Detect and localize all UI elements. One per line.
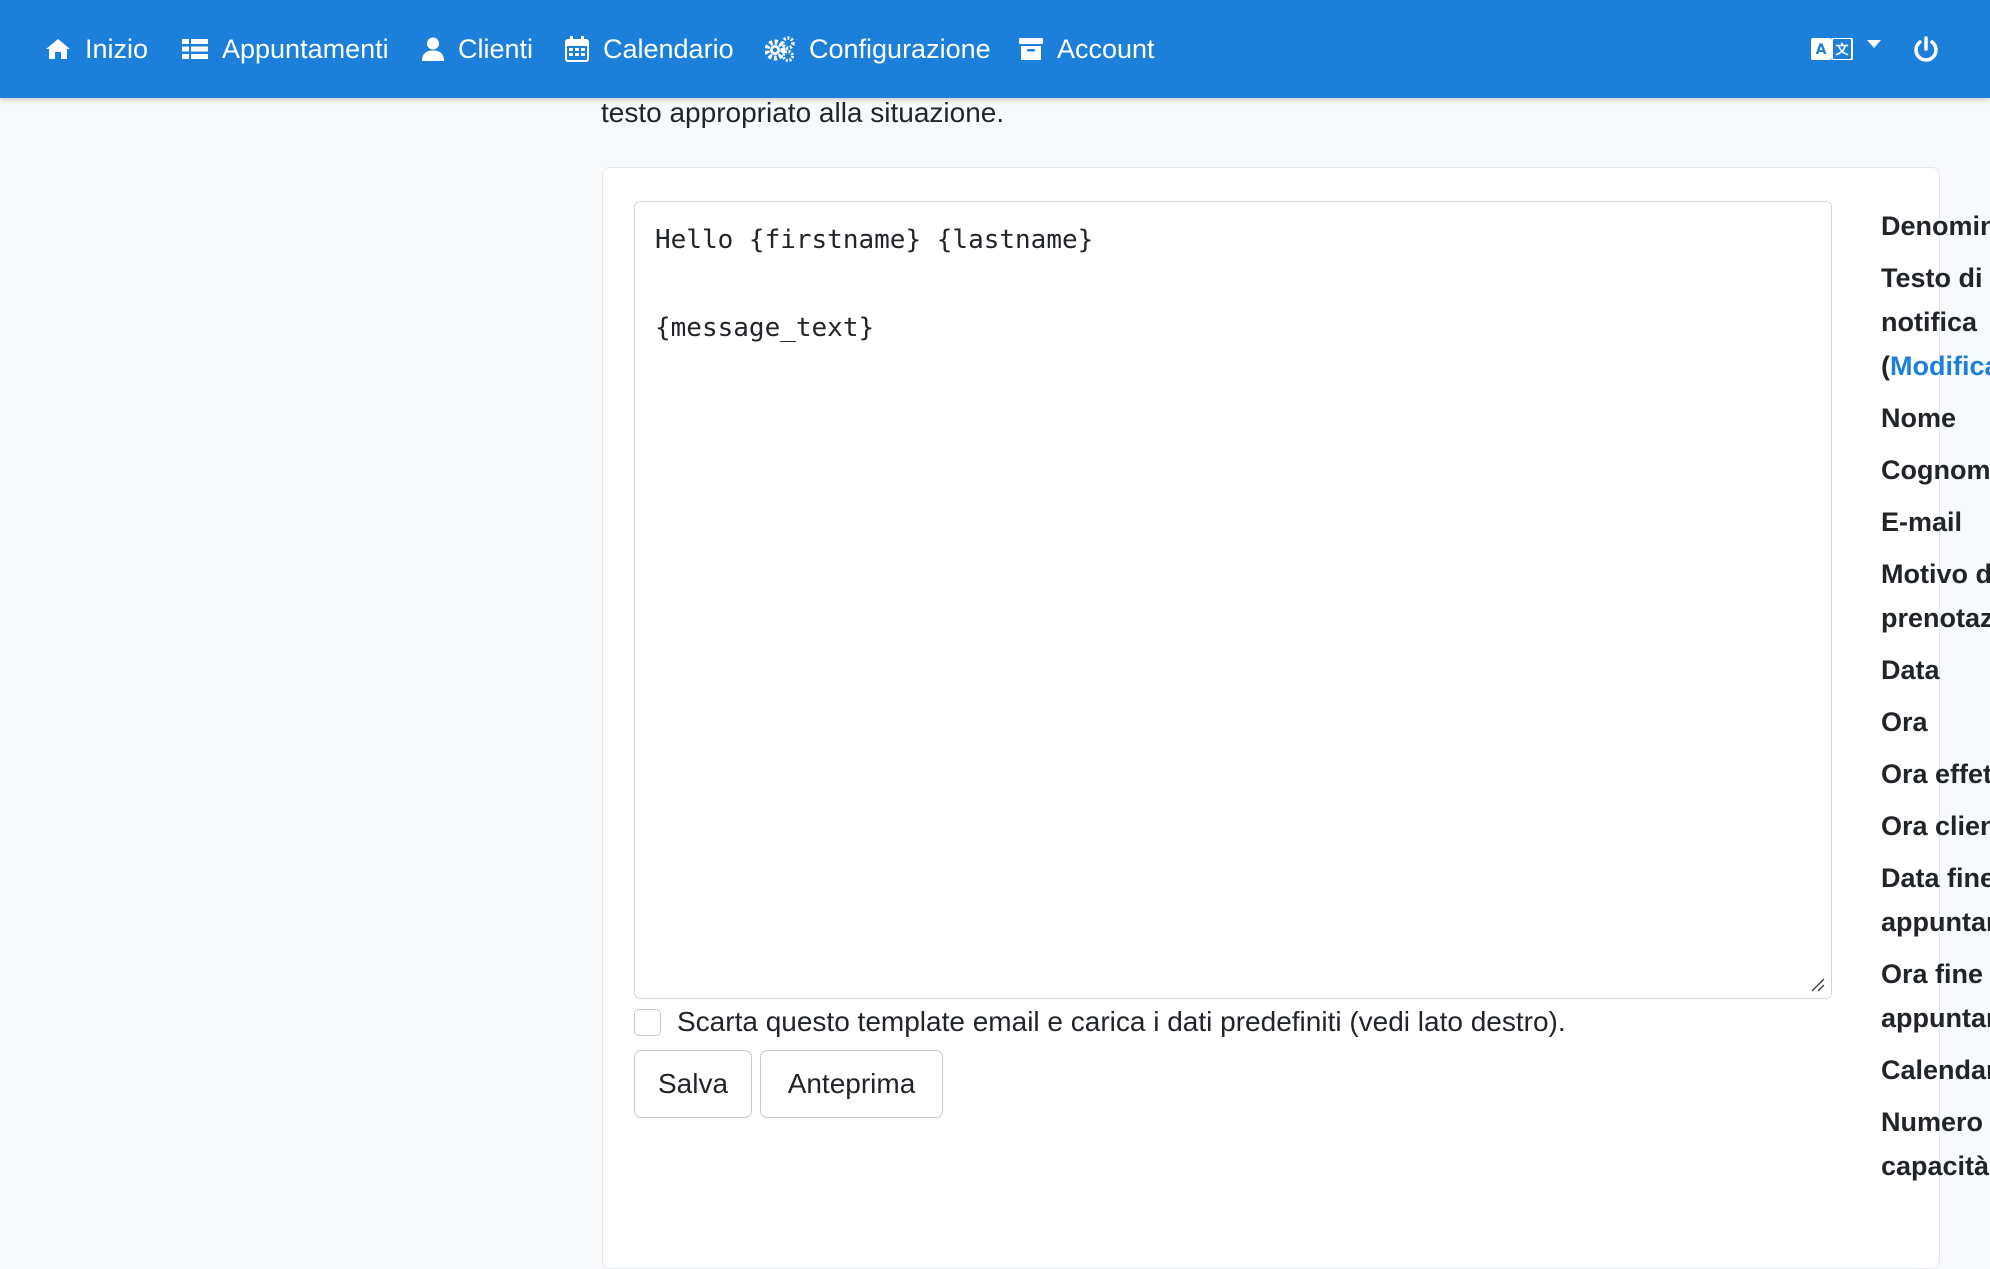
variable-label: Cognome xyxy=(1881,455,1990,485)
nav-label-calendario: Calendario xyxy=(603,33,734,64)
variable-capacity: Numero capacità xyxy=(1881,1100,1990,1188)
variable-label: appuntamento xyxy=(1881,907,1990,937)
variable-lastname: Cognome xyxy=(1881,448,1990,492)
nav-label-appuntamenti: Appuntamenti xyxy=(222,33,389,64)
resize-handle-icon[interactable] xyxy=(1811,978,1825,992)
variable-label: Testo di xyxy=(1881,263,1983,293)
variable-label: Data xyxy=(1881,655,1940,685)
svg-text:A: A xyxy=(1816,42,1827,58)
cogs-icon xyxy=(765,36,795,62)
nav-item-calendario[interactable]: Calendario xyxy=(565,0,734,98)
variable-notification-text: Testo di notifica (Modifica xyxy=(1881,256,1990,388)
intro-text: testo appropriato alla situazione. xyxy=(601,97,1005,128)
user-icon xyxy=(422,37,444,61)
variable-label: Ora effettiva xyxy=(1881,759,1990,789)
editor-line: Hello {firstname} {lastname} xyxy=(655,225,1094,255)
discard-template-row: Scarta questo template email e carica i … xyxy=(634,1006,1566,1038)
variable-denomination: Denominazione xyxy=(1881,204,1990,248)
variable-label: Calendario xyxy=(1881,1055,1990,1085)
nav-label-inizio: Inizio xyxy=(85,33,149,64)
variable-label: Motivo della xyxy=(1881,559,1990,589)
nav-label-account: Account xyxy=(1057,33,1155,64)
variable-end-time: Ora fine appuntamento xyxy=(1881,952,1990,1040)
variable-effective-time: Ora effettiva xyxy=(1881,752,1990,796)
caret-down-icon xyxy=(1867,40,1881,48)
power-icon xyxy=(1914,36,1938,62)
top-navbar: Inizio Appuntamenti Clienti Calendario C… xyxy=(0,0,1990,98)
variables-list: Denominazione Testo di notifica (Modific… xyxy=(1881,204,1990,1196)
discard-template-checkbox[interactable] xyxy=(634,1008,661,1036)
variable-date: Data xyxy=(1881,648,1990,692)
email-template-editor[interactable]: Hello {firstname} {lastname} {message_te… xyxy=(634,201,1832,999)
language-dropdown[interactable]: A 文 xyxy=(1811,0,1881,98)
language-icon: A 文 xyxy=(1811,38,1853,60)
variable-label: Nome xyxy=(1881,403,1957,433)
variable-label: Data fine xyxy=(1881,863,1990,893)
variable-label: Ora fine xyxy=(1881,959,1984,989)
variable-time: Ora xyxy=(1881,700,1990,744)
nav-label-clienti: Clienti xyxy=(458,33,534,64)
paren-text: ( xyxy=(1881,351,1890,381)
variable-label: Ora xyxy=(1881,707,1928,737)
variable-label: Ora cliente xyxy=(1881,811,1990,841)
logout-button[interactable] xyxy=(1913,0,1939,98)
discard-template-label[interactable]: Scarta questo template email e carica i … xyxy=(677,1006,1566,1038)
variable-label: E-mail xyxy=(1881,507,1963,537)
variable-reason: Motivo della prenotazione xyxy=(1881,552,1990,640)
variable-label: Denominazione xyxy=(1881,211,1990,241)
variable-label: capacità xyxy=(1881,1151,1990,1181)
variable-firstname: Nome xyxy=(1881,396,1990,440)
nav-label-configurazione: Configurazione xyxy=(809,33,991,64)
nav-item-clienti[interactable]: Clienti xyxy=(422,0,533,98)
preview-button[interactable]: Anteprima xyxy=(760,1050,943,1118)
variable-label: notifica xyxy=(1881,307,1978,337)
variable-label: prenotazione xyxy=(1881,603,1990,633)
variable-label: appuntamento xyxy=(1881,1003,1990,1033)
calendar-icon xyxy=(565,36,589,62)
nav-item-configurazione[interactable]: Configurazione xyxy=(765,0,991,98)
nav-item-account[interactable]: Account xyxy=(1019,0,1155,98)
variable-client-time: Ora cliente xyxy=(1881,804,1990,848)
nav-item-inizio[interactable]: Inizio xyxy=(45,0,148,98)
home-icon xyxy=(46,39,70,59)
editor-line: {message_text} xyxy=(655,313,875,343)
variable-calendar: Calendario xyxy=(1881,1048,1990,1092)
variable-email: E-mail xyxy=(1881,500,1990,544)
svg-text:文: 文 xyxy=(1835,42,1849,58)
edit-notification-link[interactable]: Modifica xyxy=(1890,351,1990,381)
save-button[interactable]: Salva xyxy=(634,1050,752,1118)
variable-end-date: Data fine appuntamento xyxy=(1881,856,1990,944)
nav-item-appuntamenti[interactable]: Appuntamenti xyxy=(182,0,389,98)
variable-label: Numero xyxy=(1881,1107,1984,1137)
list-icon xyxy=(182,39,208,59)
archive-icon xyxy=(1019,38,1043,60)
